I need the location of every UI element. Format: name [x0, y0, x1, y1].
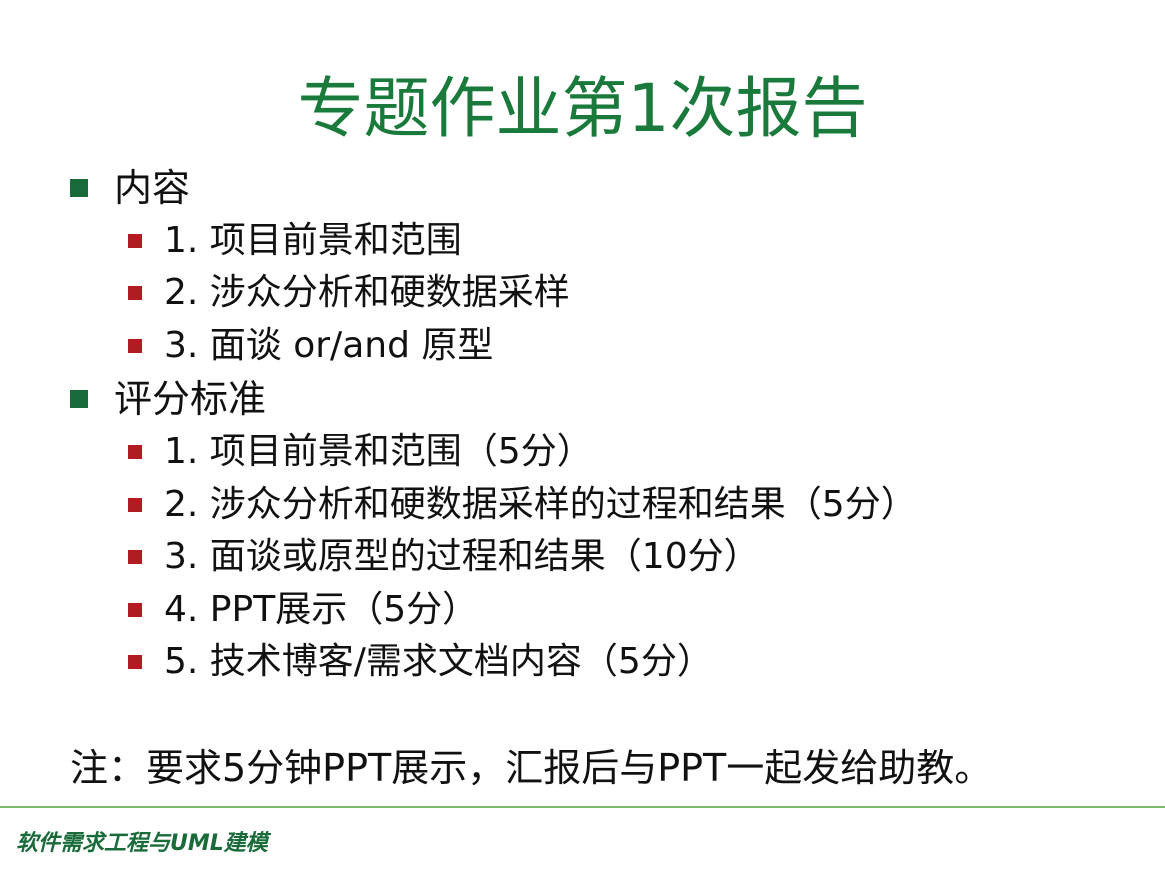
- list-item-label: 1. 项目前景和范围: [164, 220, 462, 261]
- square-bullet-icon: [128, 655, 142, 669]
- square-bullet-icon: [128, 339, 142, 353]
- list-item: 2. 涉众分析和硬数据采样: [128, 268, 570, 318]
- section-heading-label: 内容: [114, 166, 191, 210]
- list-item: 3. 面谈 or/and 原型: [128, 321, 493, 371]
- square-bullet-icon: [128, 603, 142, 617]
- list-item: 1. 项目前景和范围: [128, 216, 462, 266]
- list-item-label: 1. 项目前景和范围（5分）: [164, 431, 593, 472]
- list-item-label: 5. 技术博客/需求文档内容（5分）: [164, 641, 713, 682]
- slide: 专题作业第1次报告 内容 1. 项目前景和范围 2. 涉众分析和硬数据采样 3.…: [0, 0, 1165, 879]
- list-item-label: 2. 涉众分析和硬数据采样的过程和结果（5分）: [164, 484, 917, 525]
- square-bullet-icon: [70, 390, 88, 408]
- list-item-label: 3. 面谈 or/and 原型: [164, 325, 494, 366]
- course-footer: 软件需求工程与UML建模: [16, 831, 268, 856]
- square-bullet-icon: [70, 179, 88, 197]
- slide-title: 专题作业第1次报告: [297, 70, 868, 147]
- section-heading-content: 内容: [70, 162, 190, 214]
- list-item: 5. 技术博客/需求文档内容（5分）: [128, 637, 713, 687]
- footer-divider: [0, 806, 1165, 808]
- list-item-label: 3. 面谈或原型的过程和结果（10分）: [164, 536, 760, 577]
- list-item-label: 2. 涉众分析和硬数据采样: [164, 272, 570, 313]
- square-bullet-icon: [128, 498, 142, 512]
- list-item: 3. 面谈或原型的过程和结果（10分）: [128, 532, 760, 582]
- section-heading-grading: 评分标准: [70, 373, 266, 425]
- list-item-label: 4. PPT展示（5分）: [164, 589, 479, 630]
- square-bullet-icon: [128, 234, 142, 248]
- list-item: 2. 涉众分析和硬数据采样的过程和结果（5分）: [128, 480, 917, 530]
- square-bullet-icon: [128, 445, 142, 459]
- square-bullet-icon: [128, 550, 142, 564]
- list-item: 1. 项目前景和范围（5分）: [128, 427, 593, 477]
- square-bullet-icon: [128, 286, 142, 300]
- section-heading-label: 评分标准: [114, 377, 267, 421]
- list-item: 4. PPT展示（5分）: [128, 585, 478, 635]
- note-text: 注：要求5分钟PPT展示，汇报后与PPT一起发给助教。: [70, 746, 993, 790]
